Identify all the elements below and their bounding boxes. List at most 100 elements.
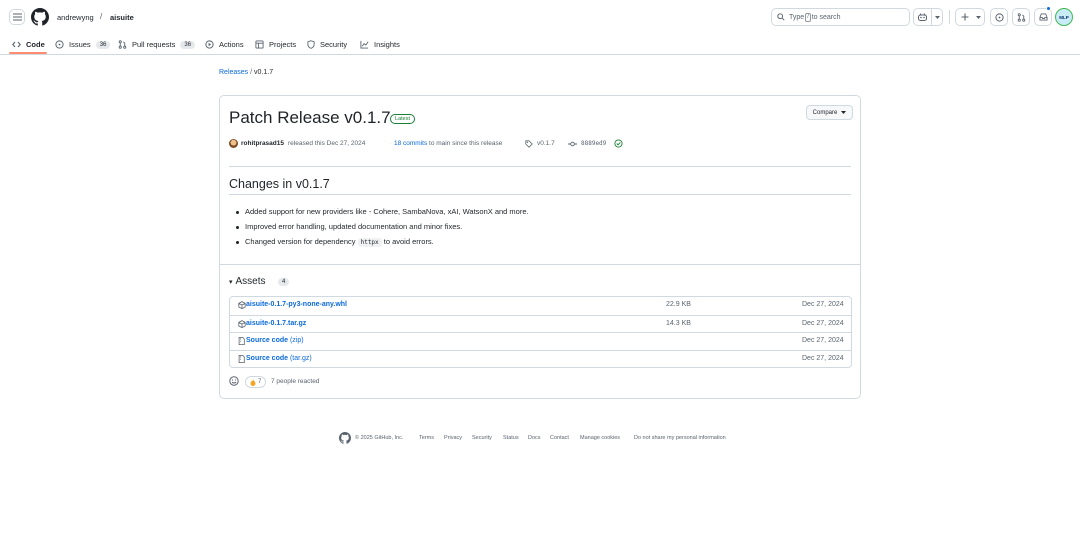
fire-reaction-button[interactable]: 7	[245, 376, 267, 388]
file-zip-icon	[238, 354, 245, 363]
tab-actions[interactable]: Actions	[205, 34, 244, 55]
add-reaction-smiley-icon[interactable]	[229, 376, 239, 386]
fire-emoji-icon	[250, 378, 256, 386]
source-code-targz-link[interactable]: Source code (tar.gz)	[246, 355, 312, 362]
asset-date: Dec 27, 2024	[802, 319, 844, 327]
tab-security-label: Security	[320, 40, 348, 49]
repo-path-separator: /	[100, 12, 103, 21]
hamburger-menu-button[interactable]	[9, 9, 25, 25]
footer-link-privacy[interactable]: Privacy	[444, 435, 462, 441]
footer-link-security[interactable]: Security	[472, 435, 492, 441]
note-text-before: Changed version for dependency	[245, 236, 356, 246]
tab-pull-requests[interactable]: Pull requests 36	[118, 34, 196, 55]
global-header: andrewyng / aisuite Type / to search MLP	[0, 0, 1080, 55]
asset-row: aisuite-0.1.7-py3-none-any.whl 22.9 KB D…	[230, 297, 851, 315]
divider	[229, 194, 851, 195]
source-code-zip-link[interactable]: Source code (zip)	[246, 337, 304, 344]
create-new-button[interactable]	[955, 8, 985, 26]
header-separator	[949, 10, 950, 24]
tab-projects[interactable]: Projects	[255, 34, 296, 55]
inline-code: httpx	[357, 237, 382, 247]
tab-pull-requests-label: Pull requests	[132, 40, 176, 49]
asset-download-link[interactable]: aisuite-0.1.7.tar.gz	[246, 320, 306, 327]
asset-format: (tar.gz)	[289, 354, 312, 362]
triangle-down-icon	[976, 15, 981, 19]
unread-notification-dot	[1046, 6, 1051, 11]
divider	[229, 166, 851, 167]
changes-heading: Changes in v0.1.7	[229, 177, 330, 191]
author-avatar[interactable]	[229, 139, 238, 148]
user-avatar[interactable]: MLP	[1055, 8, 1073, 26]
tab-projects-label: Projects	[269, 40, 297, 49]
inbox-icon	[1039, 13, 1047, 21]
triangle-down-icon	[841, 111, 847, 114]
asset-name: Source code	[246, 337, 289, 344]
asset-size: 14.3 KB	[666, 319, 691, 327]
tab-actions-label: Actions	[219, 40, 244, 49]
copilot-icon	[918, 13, 927, 21]
compare-button[interactable]: Compare	[806, 105, 853, 120]
selected-tab-underline	[9, 52, 47, 54]
meta-dot: ·	[390, 140, 393, 147]
github-footer-logo-icon[interactable]	[339, 432, 351, 444]
release-note-item: Changed version for dependency httpx to …	[236, 235, 529, 251]
code-icon	[12, 41, 21, 48]
release-note-item: Added support for new providers like - C…	[236, 205, 529, 220]
your-pull-requests-button[interactable]	[1012, 8, 1030, 26]
github-logo-icon[interactable]	[31, 8, 49, 26]
git-pull-request-icon	[1017, 12, 1025, 22]
releases-link[interactable]: Releases	[219, 69, 248, 76]
search-input[interactable]: Type / to search	[771, 8, 910, 26]
copilot-button[interactable]	[914, 13, 931, 21]
footer-link-status[interactable]: Status	[503, 435, 519, 441]
commit-sha-link[interactable]: 8889ed9	[581, 140, 606, 147]
asset-date: Dec 27, 2024	[802, 301, 844, 308]
file-zip-icon	[238, 337, 245, 345]
commits-link[interactable]: 18 commits	[394, 140, 427, 147]
triangle-down-icon	[934, 15, 940, 19]
footer-link-do-not-share[interactable]: Do not share my personal information	[634, 435, 726, 441]
release-title[interactable]: Patch Release v0.1.7	[229, 108, 391, 128]
plus-dropdown-wrap	[973, 15, 984, 19]
author-link[interactable]: rohitprasad15	[241, 140, 284, 147]
tab-issues[interactable]: Issues 36	[55, 34, 111, 55]
footer-link-terms[interactable]: Terms	[419, 435, 434, 441]
asset-name: Source code	[246, 354, 289, 362]
tab-code-label: Code	[26, 40, 45, 49]
copilot-dropdown-button[interactable]	[932, 15, 942, 19]
repo-owner-link[interactable]: andrewyng	[57, 13, 94, 22]
your-issues-button[interactable]	[990, 8, 1008, 26]
divider	[220, 264, 860, 265]
copilot-button-group[interactable]	[913, 8, 943, 26]
tab-issues-count: 36	[95, 40, 111, 49]
footer-link-docs[interactable]: Docs	[528, 435, 541, 441]
release-note-item: Improved error handling, updated documen…	[236, 220, 529, 235]
issue-opened-icon	[994, 12, 1004, 22]
footer-link-contact[interactable]: Contact	[550, 435, 569, 441]
tag-link[interactable]: v0.1.7	[537, 140, 555, 147]
releases-breadcrumb: Releases / v0.1.7	[219, 69, 273, 76]
assets-list: aisuite-0.1.7-py3-none-any.whl 22.9 KB D…	[229, 296, 852, 368]
search-icon	[777, 13, 785, 21]
package-icon	[238, 301, 246, 309]
tab-security[interactable]: Security	[307, 34, 347, 55]
release-card: Patch Release v0.1.7 Latest Compare rohi…	[219, 95, 861, 399]
release-notes-list: Added support for new providers like - C…	[236, 205, 529, 250]
repo-name-link[interactable]: aisuite	[110, 13, 134, 22]
asset-row: aisuite-0.1.7.tar.gz 14.3 KB Dec 27, 202…	[230, 314, 851, 333]
verified-check-icon[interactable]	[614, 139, 623, 148]
triangle-down-icon: ▾	[229, 278, 233, 286]
tab-insights-label: Insights	[374, 40, 400, 49]
plus-icon	[961, 13, 968, 21]
tab-pull-requests-count: 36	[180, 40, 196, 49]
package-icon	[238, 319, 246, 328]
asset-date: Dec 27, 2024	[802, 337, 844, 344]
tab-insights[interactable]: Insights	[360, 34, 400, 55]
search-placeholder-prefix: Type	[789, 13, 805, 21]
tag-icon	[525, 140, 533, 148]
assets-toggle[interactable]: ▾ Assets	[229, 276, 266, 287]
asset-download-link[interactable]: aisuite-0.1.7-py3-none-any.whl	[246, 301, 347, 308]
assets-count: 4	[278, 278, 290, 286]
menu-icon	[12, 13, 22, 21]
footer-link-manage-cookies[interactable]: Manage cookies	[580, 435, 620, 441]
